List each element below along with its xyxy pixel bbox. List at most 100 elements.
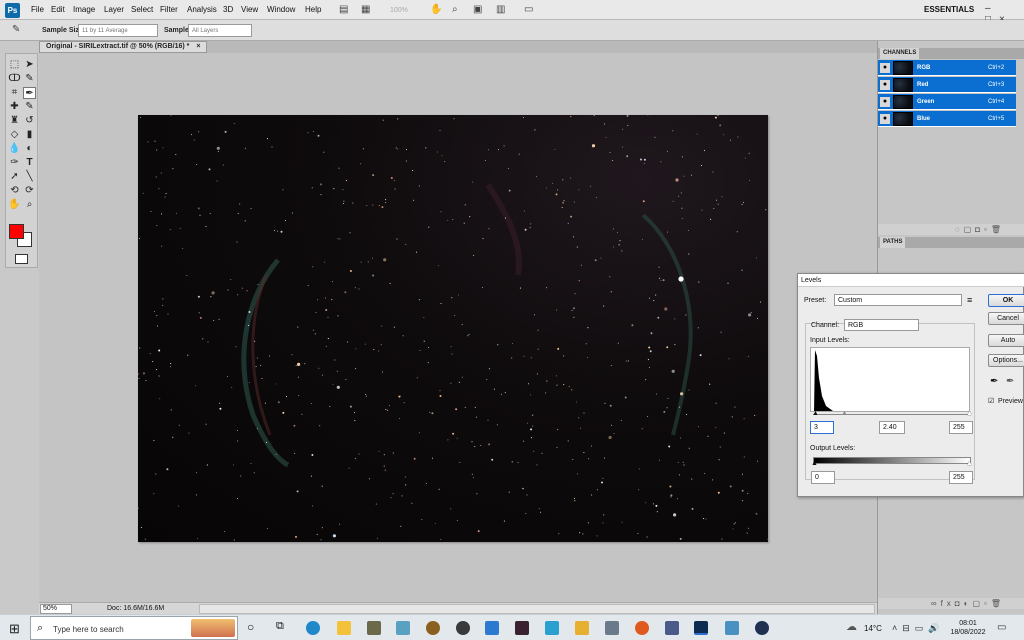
- doc-size-info[interactable]: Doc: 16.6M/16.6M: [107, 605, 164, 612]
- app-icon-12[interactable]: [755, 621, 769, 635]
- output-black-field[interactable]: 0: [811, 471, 835, 484]
- healing-tool-icon[interactable]: ✚: [8, 101, 21, 113]
- foreground-color-swatch[interactable]: [9, 224, 24, 239]
- taskbar-clock[interactable]: 08:01 18/08/2022: [950, 619, 986, 637]
- horizontal-scrollbar[interactable]: [199, 604, 875, 614]
- menu-filter[interactable]: Filter: [160, 5, 178, 14]
- zoom-tool-icon[interactable]: ⌕: [23, 199, 36, 211]
- channels-panel-footer[interactable]: ◌▢◘▫🗑: [878, 224, 1024, 235]
- windows-start-icon[interactable]: ⊞: [9, 621, 20, 637]
- quick-mask-icon[interactable]: [15, 254, 28, 264]
- output-black-handle[interactable]: ▲: [811, 460, 818, 467]
- app-icon-3[interactable]: [426, 621, 440, 635]
- photoshop-logo[interactable]: Ps: [5, 3, 20, 18]
- menu-window[interactable]: Window: [267, 5, 295, 14]
- app-icon-2[interactable]: [396, 621, 410, 635]
- cortana-icon[interactable]: ○: [247, 620, 254, 634]
- preset-options-icon[interactable]: ≡: [967, 295, 972, 305]
- crop-tool-icon[interactable]: ⌗: [8, 87, 21, 99]
- file-explorer-icon[interactable]: [337, 621, 351, 635]
- history-brush-tool-icon[interactable]: ↺: [23, 115, 36, 127]
- channel-row-green[interactable]: ● Green Ctrl+4: [878, 94, 1016, 110]
- eye-icon[interactable]: ●: [880, 97, 890, 107]
- output-white-handle[interactable]: ▲: [966, 460, 973, 467]
- channel-select[interactable]: RGB: [844, 319, 919, 331]
- stamp-tool-icon[interactable]: ♜: [8, 115, 21, 127]
- blur-tool-icon[interactable]: 💧: [8, 143, 21, 155]
- menu-view[interactable]: View: [241, 5, 258, 14]
- channel-row-blue[interactable]: ● Blue Ctrl+5: [878, 111, 1016, 127]
- quick-select-tool-icon[interactable]: ✎: [23, 73, 36, 85]
- path-select-tool-icon[interactable]: ➚: [8, 171, 21, 183]
- eraser-tool-icon[interactable]: ◇: [8, 129, 21, 141]
- input-white-field[interactable]: 255: [949, 421, 973, 434]
- menu-layer[interactable]: Layer: [104, 5, 124, 14]
- bridge-icon[interactable]: ▤: [339, 4, 348, 16]
- channel-row-red[interactable]: ● Red Ctrl+3: [878, 77, 1016, 93]
- app-icon-5[interactable]: [515, 621, 529, 635]
- black-eyedropper-icon[interactable]: ✒: [990, 376, 998, 387]
- gradient-tool-icon[interactable]: ▮: [23, 129, 36, 141]
- sample-size-select[interactable]: 11 by 11 Average: [78, 24, 158, 37]
- app-icon-1[interactable]: [367, 621, 381, 635]
- notification-icon[interactable]: ▭: [997, 622, 1006, 633]
- zoom-level[interactable]: 100%: [390, 5, 408, 17]
- app-icon-11[interactable]: [725, 621, 739, 635]
- shape-tool-icon[interactable]: ╲: [23, 171, 36, 183]
- output-white-field[interactable]: 255: [949, 471, 973, 484]
- weather-icon[interactable]: ☁: [846, 620, 857, 633]
- input-black-field[interactable]: 3: [810, 421, 834, 434]
- app-icon-4[interactable]: [456, 621, 470, 635]
- pen-tool-icon[interactable]: ✑: [8, 157, 21, 169]
- auto-button[interactable]: Auto: [988, 334, 1024, 347]
- minimize-icon[interactable]: –: [985, 3, 999, 14]
- astro-image[interactable]: [138, 115, 768, 542]
- photoshop-taskbar-icon[interactable]: [694, 621, 708, 635]
- input-slider-track[interactable]: [813, 414, 971, 415]
- task-view-icon[interactable]: ⧉: [276, 620, 284, 633]
- app-icon-7[interactable]: [575, 621, 589, 635]
- move-tool-icon[interactable]: ➤: [23, 59, 36, 71]
- eye-icon[interactable]: ●: [880, 80, 890, 90]
- brush-tool-icon[interactable]: ✎: [23, 101, 36, 113]
- zoom-icon[interactable]: ⌕: [452, 4, 458, 16]
- lasso-tool-icon[interactable]: ↀ: [8, 73, 21, 85]
- workspace-icon[interactable]: ▭: [524, 4, 533, 16]
- arrange-icon[interactable]: ▣: [473, 4, 482, 16]
- menu-select[interactable]: Select: [131, 5, 153, 14]
- dodge-tool-icon[interactable]: ◐: [23, 143, 36, 155]
- channel-row-rgb[interactable]: ● RGB Ctrl+2: [878, 60, 1016, 76]
- canvas-area[interactable]: [39, 53, 877, 602]
- cancel-button[interactable]: Cancel: [988, 312, 1024, 325]
- app-icon-8[interactable]: [605, 621, 619, 635]
- workspace-switcher[interactable]: ESSENTIALS: [924, 5, 974, 14]
- edge-icon[interactable]: [306, 621, 320, 635]
- app-icon-6[interactable]: [545, 621, 559, 635]
- eyedropper-tool-icon[interactable]: ✒: [23, 87, 36, 99]
- layers-panel-footer[interactable]: ∞fx◘◐▢▫🗑: [878, 598, 1024, 609]
- 3d-rotate-tool-icon[interactable]: ⟲: [8, 185, 21, 197]
- eyedropper-preset-icon[interactable]: ✎: [12, 24, 20, 36]
- weather-temp[interactable]: 14°C: [864, 624, 882, 633]
- menu-analysis[interactable]: Analysis: [187, 5, 217, 14]
- close-tab-icon[interactable]: ×: [196, 43, 200, 50]
- app-icon-10[interactable]: [665, 621, 679, 635]
- white-point-handle[interactable]: ▲: [966, 410, 973, 417]
- document-tab[interactable]: Original - SIRILextract.tif @ 50% (RGB/1…: [39, 41, 208, 53]
- zoom-field[interactable]: 50%: [40, 604, 72, 614]
- preview-checkbox[interactable]: ☑: [988, 397, 994, 405]
- menu-image[interactable]: Image: [73, 5, 95, 14]
- view-extras-icon[interactable]: ▦: [361, 4, 370, 16]
- tab-paths[interactable]: PATHS: [880, 237, 906, 248]
- type-tool-icon[interactable]: T: [23, 157, 36, 169]
- hand-tool-icon[interactable]: ✋: [8, 199, 21, 211]
- options-button[interactable]: Options...: [988, 354, 1024, 367]
- eye-icon[interactable]: ●: [880, 63, 890, 73]
- tab-channels[interactable]: CHANNELS: [880, 48, 920, 59]
- menu-help[interactable]: Help: [305, 5, 321, 14]
- gray-eyedropper-icon[interactable]: ✒: [1006, 376, 1014, 387]
- marquee-tool-icon[interactable]: ⬚: [8, 59, 21, 71]
- input-gamma-field[interactable]: 2.40: [879, 421, 905, 434]
- black-point-handle[interactable]: ▲: [812, 410, 819, 417]
- gamma-handle[interactable]: ▲: [841, 410, 848, 417]
